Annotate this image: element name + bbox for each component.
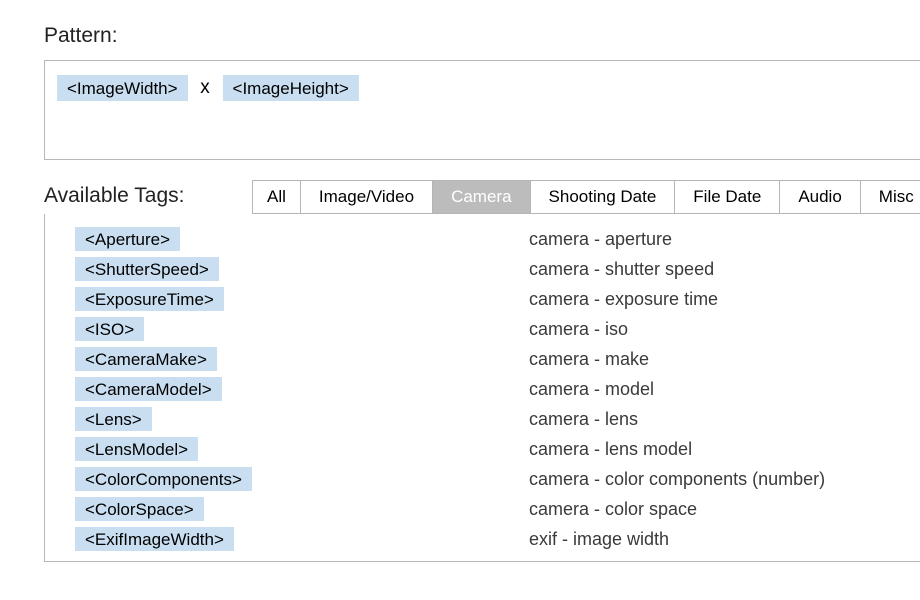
tag-row[interactable]: <ShutterSpeed> camera - shutter speed xyxy=(45,254,920,284)
tag-row[interactable]: <ExposureTime> camera - exposure time xyxy=(45,284,920,314)
tag-description: camera - model xyxy=(529,379,654,400)
tag-chip-exposuretime[interactable]: <ExposureTime> xyxy=(75,287,224,311)
tag-row[interactable]: <Aperture> camera - aperture xyxy=(45,224,920,254)
tab-audio[interactable]: Audio xyxy=(780,181,860,213)
tag-description: camera - color components (number) xyxy=(529,469,825,490)
tag-chip-cameramodel[interactable]: <CameraModel> xyxy=(75,377,222,401)
tag-description: exif - image width xyxy=(529,529,669,550)
pattern-label: Pattern: xyxy=(44,24,920,48)
tag-row[interactable]: <Lens> camera - lens xyxy=(45,404,920,434)
pattern-token[interactable]: <ImageWidth> xyxy=(57,75,188,101)
tag-description: camera - make xyxy=(529,349,649,370)
tag-chip-cameramake[interactable]: <CameraMake> xyxy=(75,347,217,371)
tag-description: camera - shutter speed xyxy=(529,259,714,280)
tag-chip-exifimagewidth[interactable]: <ExifImageWidth> xyxy=(75,527,234,551)
tag-description: camera - aperture xyxy=(529,229,672,250)
tag-row[interactable]: <CameraMake> camera - make xyxy=(45,344,920,374)
tag-row[interactable]: <ExifImageWidth> exif - image width xyxy=(45,524,920,554)
pattern-token[interactable]: <ImageHeight> xyxy=(223,75,359,101)
tag-chip-lensmodel[interactable]: <LensModel> xyxy=(75,437,198,461)
tab-image-video[interactable]: Image/Video xyxy=(301,181,433,213)
tag-description: camera - color space xyxy=(529,499,697,520)
tab-all[interactable]: All xyxy=(253,181,301,213)
pattern-input[interactable]: <ImageWidth> x <ImageHeight> xyxy=(44,60,920,160)
tag-chip-iso[interactable]: <ISO> xyxy=(75,317,144,341)
tag-row[interactable]: <LensModel> camera - lens model xyxy=(45,434,920,464)
tag-chip-colorspace[interactable]: <ColorSpace> xyxy=(75,497,204,521)
tag-chip-shutterspeed[interactable]: <ShutterSpeed> xyxy=(75,257,219,281)
tab-shooting-date[interactable]: Shooting Date xyxy=(531,181,676,213)
tag-row[interactable]: <ColorSpace> camera - color space xyxy=(45,494,920,524)
tag-chip-colorcomponents[interactable]: <ColorComponents> xyxy=(75,467,252,491)
tag-row[interactable]: <ColorComponents> camera - color compone… xyxy=(45,464,920,494)
available-tags-label: Available Tags: xyxy=(44,180,252,208)
tag-chip-lens[interactable]: <Lens> xyxy=(75,407,152,431)
tag-row[interactable]: <ISO> camera - iso xyxy=(45,314,920,344)
tag-description: camera - lens xyxy=(529,409,638,430)
tab-camera[interactable]: Camera xyxy=(433,181,530,213)
tag-row[interactable]: <CameraModel> camera - model xyxy=(45,374,920,404)
tab-misc[interactable]: Misc xyxy=(861,181,920,213)
tab-file-date[interactable]: File Date xyxy=(675,181,780,213)
tag-chip-aperture[interactable]: <Aperture> xyxy=(75,227,180,251)
available-tags-list[interactable]: <Aperture> camera - aperture <ShutterSpe… xyxy=(44,214,920,562)
tag-description: camera - exposure time xyxy=(529,289,718,310)
pattern-separator: x xyxy=(200,77,210,99)
tag-category-tabs: All Image/Video Camera Shooting Date Fil… xyxy=(252,180,920,214)
tag-description: camera - iso xyxy=(529,319,628,340)
tag-description: camera - lens model xyxy=(529,439,692,460)
